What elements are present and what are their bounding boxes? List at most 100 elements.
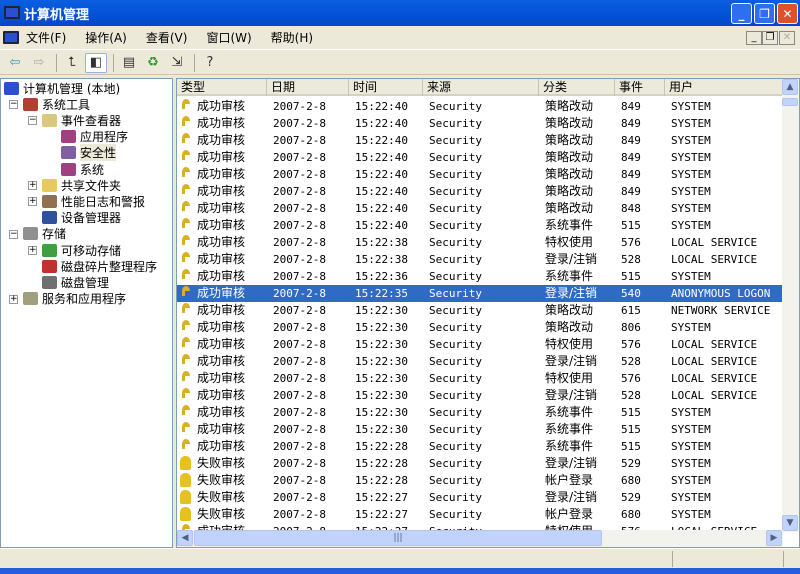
- cell-date: 2007-2-8: [273, 151, 326, 164]
- cell-type: 成功审核: [197, 133, 246, 147]
- cell-date: 2007-2-8: [273, 304, 326, 317]
- column-header-6[interactable]: 用户: [665, 79, 783, 96]
- tree-item[interactable]: 共享文件夹: [42, 177, 121, 193]
- table-row[interactable]: 成功审核 2007-2-8 15:22:40 Security 策略改动 849 SYSTE…: [177, 149, 783, 166]
- table-row[interactable]: 成功审核 2007-2-8 15:22:36 Security 系统事件 515 SYSTE…: [177, 268, 783, 285]
- tree-item[interactable]: 磁盘管理: [42, 274, 109, 290]
- restore-button[interactable]: ❐: [754, 3, 775, 24]
- table-row[interactable]: 成功审核 2007-2-8 15:22:40 Security 系统事件 515 SYSTE…: [177, 217, 783, 234]
- table-row[interactable]: 成功审核 2007-2-8 15:22:30 Security 特权使用 576 LOCAL…: [177, 370, 783, 387]
- mdi-restore-button[interactable]: ❐: [762, 31, 778, 45]
- expander-minus-icon[interactable]: −: [9, 229, 18, 239]
- table-row[interactable]: 失败审核 2007-2-8 15:22:28 Security 登录/注销 529 SYST…: [177, 455, 783, 472]
- menu-item-2[interactable]: 查看(V): [146, 29, 188, 46]
- table-row[interactable]: 失败审核 2007-2-8 15:22:28 Security 帐户登录 680 SYSTE…: [177, 472, 783, 489]
- cell-time: 15:22:40: [355, 202, 408, 215]
- export-list-button[interactable]: ⇲: [166, 53, 188, 73]
- expander-minus-icon[interactable]: −: [9, 100, 18, 110]
- tree-item[interactable]: 事件查看器: [42, 112, 121, 128]
- cell-source: Security: [429, 151, 482, 164]
- mmc-doc-icon: [3, 31, 19, 44]
- cell-category: 策略改动: [545, 201, 594, 215]
- vertical-scrollbar[interactable]: ▲ ▼: [782, 79, 799, 532]
- tree-item[interactable]: 磁盘碎片整理程序: [42, 258, 157, 274]
- table-row[interactable]: 成功审核 2007-2-8 15:22:40 Security 策略改动 849 SYSTE…: [177, 132, 783, 149]
- horizontal-scrollbar[interactable]: ◀ ||| ▶: [177, 530, 783, 547]
- help-button[interactable]: ?: [199, 53, 221, 73]
- menu-item-0[interactable]: 文件(F): [26, 29, 66, 46]
- cell-event: 849: [621, 151, 641, 164]
- tree-item[interactable]: 安全性: [61, 144, 117, 162]
- column-header-1[interactable]: 日期: [267, 79, 349, 96]
- expander-plus-icon[interactable]: +: [28, 197, 37, 207]
- scroll-left-button[interactable]: ◀: [177, 530, 193, 546]
- expander-plus-icon[interactable]: +: [28, 246, 37, 255]
- column-header-5[interactable]: 事件: [615, 79, 665, 96]
- table-row[interactable]: 成功审核 2007-2-8 15:22:30 Security 策略改动 615 NETWO…: [177, 302, 783, 319]
- column-header-3[interactable]: 来源: [423, 79, 539, 96]
- tree-item[interactable]: 应用程序: [61, 129, 128, 145]
- scroll-thumb[interactable]: [782, 98, 798, 106]
- forward-arrow-button[interactable]: ⇨: [28, 53, 50, 73]
- table-row[interactable]: 成功审核 2007-2-8 15:22:38 Security 特权使用 576 LOCAL…: [177, 234, 783, 251]
- back-arrow-button[interactable]: ⇦: [4, 53, 26, 73]
- refresh-button[interactable]: ♻: [142, 53, 164, 73]
- mdi-close-button[interactable]: ✕: [779, 31, 795, 45]
- table-row[interactable]: 成功审核 2007-2-8 15:22:38 Security 登录/注销 528 LOCA…: [177, 251, 783, 268]
- cell-source: Security: [429, 117, 482, 130]
- table-row[interactable]: 成功审核 2007-2-8 15:22:30 Security 策略改动 806 SYSTE…: [177, 319, 783, 336]
- tree-item[interactable]: 系统工具: [23, 96, 90, 112]
- tree-item[interactable]: 系统: [61, 161, 104, 177]
- table-row[interactable]: 成功审核 2007-2-8 15:22:30 Security 登录/注销 528 LOCA…: [177, 353, 783, 370]
- mdi-minimize-button[interactable]: _: [746, 31, 762, 45]
- table-row[interactable]: 成功审核 2007-2-8 15:22:40 Security 策略改动 849 SYSTE…: [177, 98, 783, 115]
- list-header: 类型 日期 时间 来源 分类 事件 用户: [177, 79, 783, 96]
- column-header-0[interactable]: 类型: [177, 79, 267, 96]
- table-row[interactable]: 成功审核 2007-2-8 15:22:30 Security 登录/注销 528 LOCA…: [177, 387, 783, 404]
- cell-date: 2007-2-8: [273, 474, 326, 487]
- menu-item-1[interactable]: 操作(A): [85, 29, 127, 46]
- table-row[interactable]: 成功审核 2007-2-8 15:22:40 Security 策略改动 848 SYSTE…: [177, 200, 783, 217]
- minimize-button[interactable]: _: [731, 3, 752, 24]
- table-row[interactable]: 成功审核 2007-2-8 15:22:30 Security 系统事件 515 SYSTE…: [177, 421, 783, 438]
- table-row[interactable]: 成功审核 2007-2-8 15:22:30 Security 系统事件 515 SYSTE…: [177, 404, 783, 421]
- tree-item[interactable]: 性能日志和警报: [42, 193, 145, 209]
- expander-plus-icon[interactable]: +: [28, 181, 37, 191]
- cell-time: 15:22:38: [355, 236, 408, 249]
- tree-item[interactable]: 可移动存储: [42, 242, 121, 258]
- expander-plus-icon[interactable]: +: [9, 294, 18, 304]
- cell-time: 15:22:28: [355, 457, 408, 470]
- scroll-down-button[interactable]: ▼: [782, 515, 798, 531]
- tree-item-label: 安全性: [80, 144, 117, 162]
- horizontal-scroll-thumb[interactable]: |||: [194, 530, 602, 546]
- table-row[interactable]: 成功审核 2007-2-8 15:22:40 Security 策略改动 849 SYSTE…: [177, 115, 783, 132]
- cell-date: 2007-2-8: [273, 423, 326, 436]
- menu-item-3[interactable]: 窗口(W): [206, 29, 251, 46]
- column-header-4[interactable]: 分类: [539, 79, 615, 96]
- column-header-2[interactable]: 时间: [349, 79, 423, 96]
- table-row[interactable]: 失败审核 2007-2-8 15:22:27 Security 登录/注销 529 SYST…: [177, 489, 783, 506]
- table-row[interactable]: 成功审核 2007-2-8 15:22:28 Security 系统事件 515 SYSTE…: [177, 438, 783, 455]
- tree-item[interactable]: 存储: [23, 226, 66, 242]
- cell-date: 2007-2-8: [273, 355, 326, 368]
- menu-item-4[interactable]: 帮助(H): [271, 29, 313, 46]
- help-icon: ?: [206, 55, 214, 70]
- expander-minus-icon[interactable]: −: [28, 116, 37, 126]
- tree-item[interactable]: 设备管理器: [42, 210, 121, 226]
- tree-item[interactable]: 服务和应用程序: [23, 291, 126, 307]
- close-button[interactable]: ✕: [777, 3, 798, 24]
- scroll-right-button[interactable]: ▶: [766, 530, 782, 546]
- table-row[interactable]: 成功审核 2007-2-8 15:22:35 Security 登录/注销 540 ANON…: [177, 285, 783, 302]
- cell-event: 540: [621, 287, 641, 300]
- table-row[interactable]: 失败审核 2007-2-8 15:22:27 Security 帐户登录 680 SYSTE…: [177, 506, 783, 523]
- table-row[interactable]: 成功审核 2007-2-8 15:22:40 Security 策略改动 849 SYSTE…: [177, 166, 783, 183]
- properties-button[interactable]: ▤: [118, 53, 140, 73]
- show-hide-tree-button[interactable]: ◧: [85, 52, 107, 73]
- up-folder-button[interactable]: ⮤: [61, 53, 83, 73]
- scroll-up-button[interactable]: ▲: [782, 79, 798, 95]
- table-row[interactable]: 成功审核 2007-2-8 15:22:30 Security 特权使用 576 LOCAL…: [177, 336, 783, 353]
- tree-item[interactable]: 计算机管理 (本地): [4, 80, 120, 96]
- cell-user: SYSTEM: [671, 100, 711, 113]
- table-row[interactable]: 成功审核 2007-2-8 15:22:40 Security 策略改动 849 SYSTE…: [177, 183, 783, 200]
- performance-icon: [42, 194, 57, 208]
